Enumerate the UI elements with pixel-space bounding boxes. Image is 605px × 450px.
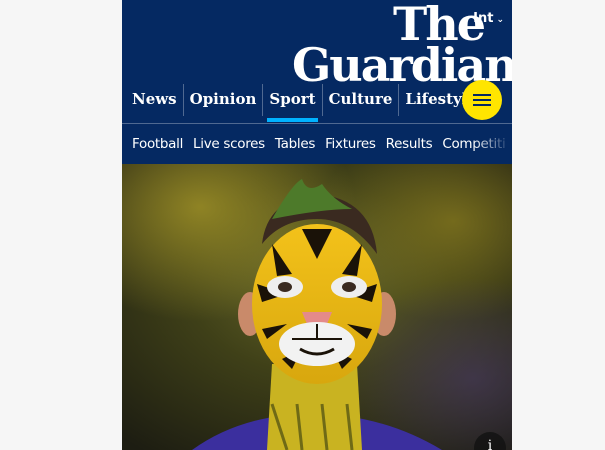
guardian-logo[interactable]: The Guardian	[292, 1, 512, 93]
sport-subnav: Football Live scores Tables Fixtures Res…	[122, 124, 512, 164]
pillar-culture[interactable]: Culture	[323, 84, 400, 116]
hero-photo-tiger-face-paint	[122, 164, 512, 450]
hamburger-icon-bar	[473, 99, 491, 101]
pillar-nav: News Opinion Sport Culture Lifestyle	[122, 84, 512, 122]
menu-button[interactable]	[462, 80, 502, 120]
hero-image[interactable]: i	[122, 164, 512, 450]
logo-line-2: Guardian	[292, 38, 512, 93]
subnav-football[interactable]: Football	[122, 136, 188, 152]
hamburger-icon-bar	[473, 104, 491, 106]
subnav-fixtures[interactable]: Fixtures	[320, 136, 381, 152]
subnav-live-scores[interactable]: Live scores	[188, 136, 270, 152]
hamburger-icon	[473, 94, 491, 96]
subnav-fade	[472, 124, 512, 164]
pillar-news[interactable]: News	[122, 84, 184, 116]
pillar-sport[interactable]: Sport	[263, 84, 323, 122]
subnav-results[interactable]: Results	[381, 136, 438, 152]
subnav-tables[interactable]: Tables	[270, 136, 320, 152]
guardian-page: Int ⌄ The Guardian News Opinion Sport Cu…	[122, 0, 512, 450]
pillar-opinion[interactable]: Opinion	[184, 84, 264, 116]
